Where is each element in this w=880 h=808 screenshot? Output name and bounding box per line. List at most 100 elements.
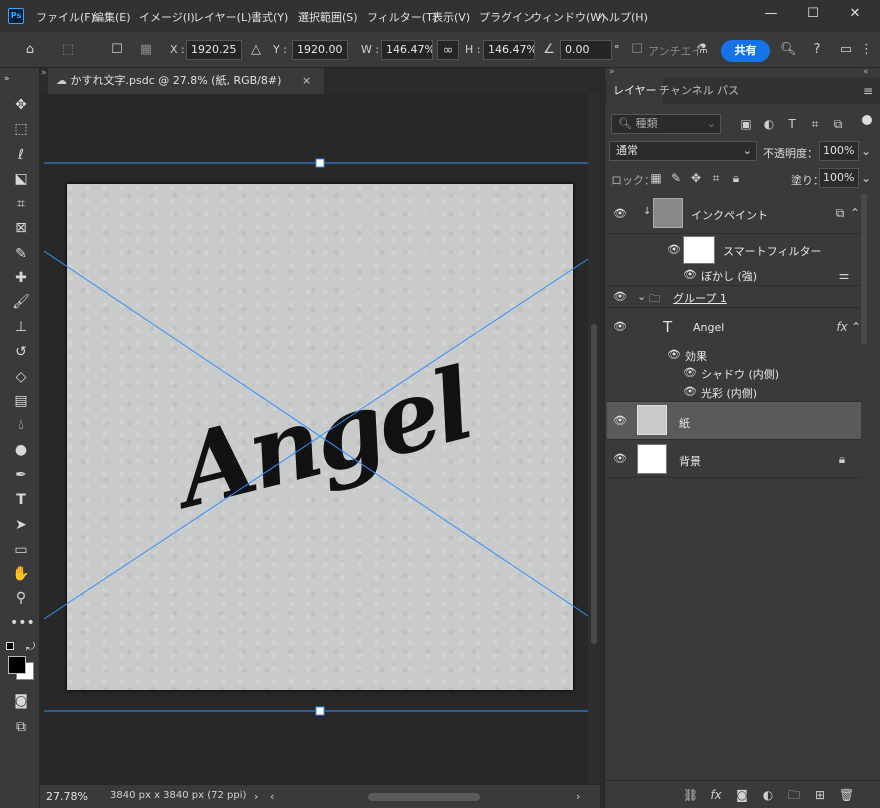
height-field[interactable]: 146.47% [483, 40, 535, 60]
group-expand-chevron-icon[interactable]: ⌄ [637, 290, 646, 303]
x-position-field[interactable]: 1920.25 px [186, 40, 242, 60]
eyedropper-tool-icon[interactable]: ✎ [10, 245, 32, 263]
link-icon[interactable]: ∞ [437, 40, 459, 60]
menu-edit[interactable]: 編集(E) [93, 9, 131, 25]
add-layer-style-icon[interactable]: fx [709, 788, 723, 802]
menu-view[interactable]: 表示(V) [432, 9, 470, 25]
fill-field[interactable]: 100% [819, 168, 859, 188]
reference-point-checkbox[interactable]: ☐ [108, 42, 126, 58]
layer-filter-select[interactable]: 🔍︎ 種類 ⌄ [611, 114, 721, 134]
pen-tool-icon[interactable]: ✒ [10, 466, 32, 484]
new-group-icon[interactable]: 🗀 [787, 788, 801, 802]
visibility-eye-icon[interactable]: 👁︎ [613, 208, 627, 220]
scroll-left-icon[interactable]: ‹ [270, 790, 274, 803]
smart-filter-row[interactable]: 👁︎ スマートフィルター [607, 234, 861, 264]
layer-angel-text[interactable]: 👁︎ T Angel fx ⌃ [607, 308, 861, 346]
menu-layer[interactable]: レイヤー(L) [193, 9, 251, 25]
layers-scrollbar[interactable] [861, 194, 867, 344]
visibility-eye-icon[interactable]: 👁︎ [613, 291, 627, 303]
fx-icon[interactable]: fx [835, 320, 849, 334]
maximize-button[interactable]: ☐ [800, 4, 826, 24]
filter-toggle-icon[interactable] [862, 115, 872, 125]
gradient-tool-icon[interactable]: ▤ [10, 392, 32, 410]
lock-position-icon[interactable]: ✥ [689, 171, 703, 185]
lock-transparent-icon[interactable]: ▦ [649, 171, 663, 185]
crop-tool-icon[interactable]: ⌗ [10, 195, 32, 213]
vertical-scrollbar[interactable] [588, 94, 600, 784]
marquee-tool-icon[interactable]: ⬚ [10, 120, 32, 138]
visibility-eye-icon[interactable]: 👁︎ [667, 244, 681, 256]
effects-row[interactable]: 👁︎ 効果 [607, 346, 861, 364]
filter-smart-object-icon[interactable]: ⧉ [831, 117, 845, 131]
scroll-right-icon[interactable]: › [576, 790, 580, 803]
filter-blur-row[interactable]: 👁︎ ぼかし (強) ⚌ [607, 264, 861, 286]
visibility-eye-icon[interactable]: 👁︎ [613, 453, 627, 465]
hand-tool-icon[interactable]: ✋ [10, 565, 32, 583]
angle-field[interactable]: 0.00 [560, 40, 612, 60]
status-menu-arrow-icon[interactable]: › [254, 790, 258, 803]
filter-adjustment-icon[interactable]: ◐ [762, 117, 776, 131]
vertical-scroll-thumb[interactable] [591, 324, 597, 644]
screen-mode-icon[interactable]: ⧉ [10, 718, 32, 736]
layer-group-1[interactable]: 👁︎ ⌄ 🗀 グループ 1 [607, 286, 861, 308]
blur-tool-icon[interactable]: 💧︎ [10, 416, 32, 434]
lock-image-icon[interactable]: ✎ [669, 171, 683, 185]
visibility-eye-icon[interactable]: 👁︎ [683, 367, 697, 379]
transform-tool-icon[interactable]: ⬚ [58, 42, 78, 58]
effect-inner-shadow-row[interactable]: 👁︎ シャドウ (内側) [607, 364, 861, 382]
rectangle-tool-icon[interactable]: ▭ [10, 541, 32, 559]
layer-background[interactable]: 👁︎ 背景 🔒︎ [607, 440, 861, 478]
more-options-icon[interactable]: ⋮ [860, 42, 873, 58]
collapse-toolbar-icon[interactable]: » [4, 70, 26, 88]
clone-stamp-tool-icon[interactable]: ⊥ [10, 318, 32, 336]
menu-help[interactable]: ヘルプ(H) [598, 9, 648, 25]
menu-file[interactable]: ファイル(F) [36, 9, 95, 25]
close-tab-icon[interactable]: × [302, 68, 311, 94]
new-layer-icon[interactable]: ⊞ [813, 788, 827, 802]
adjustment-layer-icon[interactable]: ◐ [761, 788, 775, 802]
visibility-eye-icon[interactable]: 👁︎ [667, 349, 681, 361]
filter-pixel-icon[interactable]: ▣ [739, 117, 753, 131]
more-tools-icon[interactable]: ••• [10, 614, 35, 632]
collapse-panels-icon[interactable]: » [41, 68, 47, 78]
collapse-panel-icon[interactable]: » [609, 67, 615, 77]
search-icon[interactable]: 🔍︎ [780, 42, 797, 58]
lasso-tool-icon[interactable]: ℓ [10, 146, 32, 164]
menu-image[interactable]: イメージ(I) [139, 9, 195, 25]
delete-layer-icon[interactable]: 🗑︎ [839, 788, 854, 802]
path-selection-tool-icon[interactable]: ➤ [10, 516, 32, 534]
menu-plugins[interactable]: プラグイン [479, 9, 534, 25]
close-window-button[interactable]: ✕ [842, 4, 868, 24]
type-tool-icon[interactable]: T [10, 491, 32, 509]
move-tool-icon[interactable]: ✥ [10, 96, 32, 114]
quick-mask-icon[interactable]: ◙ [10, 692, 32, 710]
filter-shape-icon[interactable]: ⌗ [808, 117, 822, 131]
lock-artboard-icon[interactable]: ⌗ [709, 171, 723, 185]
zoom-level[interactable]: 27.78% [46, 790, 88, 803]
document-tab[interactable]: ☁ かすれ文字.psdc @ 27.8% (紙, RGB/8#) × [48, 68, 324, 94]
blend-mode-select[interactable]: 通常 ⌄ [609, 141, 757, 161]
object-select-tool-icon[interactable]: ⬕ [10, 170, 32, 188]
eraser-tool-icon[interactable]: ◇ [10, 368, 32, 386]
width-field[interactable]: 146.47% [381, 40, 433, 60]
layer-paper[interactable]: 👁︎ 紙 [607, 402, 861, 440]
history-brush-tool-icon[interactable]: ↺ [10, 343, 32, 361]
swap-colors-icon[interactable]: ⤾ [26, 640, 35, 654]
layer-inkpaint[interactable]: 👁︎ ↓ インクペイント ⧉ ⌃ [607, 194, 861, 234]
canvas-area[interactable]: Angel [40, 94, 588, 784]
menu-window[interactable]: ウィンドウ(W) [531, 9, 605, 25]
opacity-field[interactable]: 100% [819, 141, 859, 161]
tab-channels[interactable]: チャンネル [653, 78, 720, 104]
visibility-eye-icon[interactable]: 👁︎ [613, 415, 627, 427]
opacity-dropdown-icon[interactable]: ⌄ [860, 144, 872, 158]
y-position-field[interactable]: 1920.00 px [292, 40, 348, 60]
brush-tool-icon[interactable]: 🖌︎ [10, 293, 32, 311]
lock-all-icon[interactable]: 🔒︎ [729, 171, 743, 185]
filter-options-icon[interactable]: ⚌ [837, 268, 851, 282]
minimize-button[interactable]: — [758, 4, 784, 24]
zoom-tool-icon[interactable]: ⚲ [10, 589, 32, 607]
foreground-color-swatch[interactable] [8, 656, 26, 674]
panel-menu-icon[interactable]: ≡ [861, 84, 875, 98]
expand-chevron-icon[interactable]: ⌃ [849, 206, 861, 220]
menu-type[interactable]: 書式(Y) [251, 9, 288, 25]
